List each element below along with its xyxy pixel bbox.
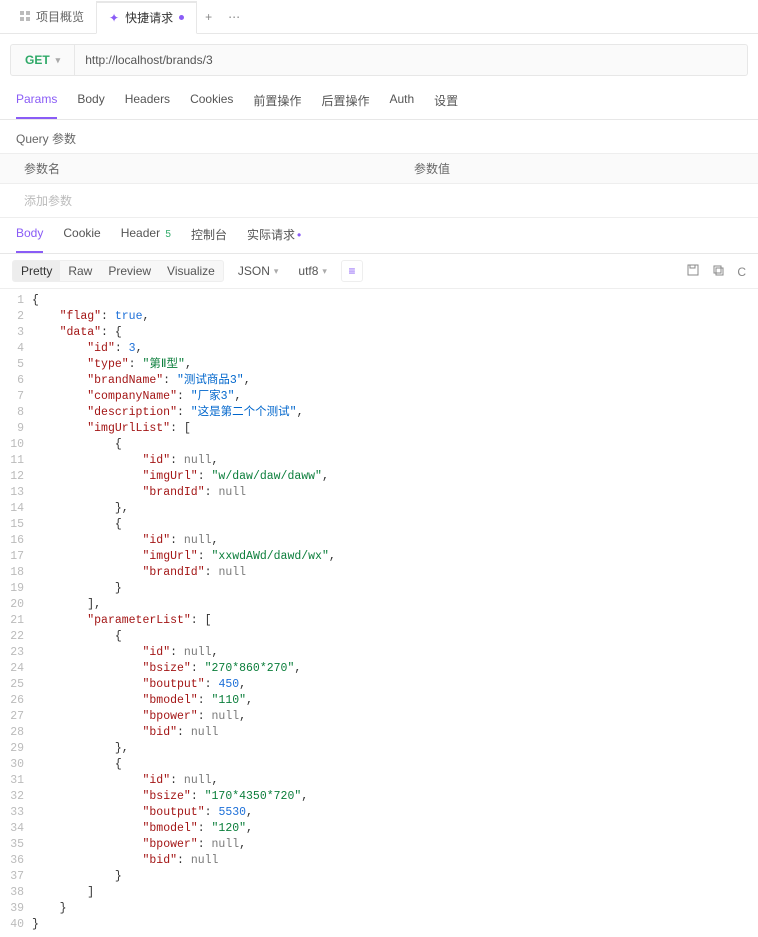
format-label: JSON xyxy=(238,264,270,278)
request-tabs: Params Body Headers Cookies 前置操作 后置操作 Au… xyxy=(0,84,758,120)
col-param-value: 参数值 xyxy=(414,160,450,177)
dot-indicator-icon: • xyxy=(297,228,301,242)
unsaved-dot-icon xyxy=(179,15,184,20)
request-bar: GET ▾ xyxy=(10,44,748,76)
reqtab-post[interactable]: 后置操作 xyxy=(321,92,369,119)
overview-icon xyxy=(20,10,30,24)
save-icon xyxy=(687,264,699,276)
response-body: 1 2 3 4 5 6 7 8 9 10 11 12 13 14 15 16 1… xyxy=(0,289,758,937)
restab-header[interactable]: Header 5 xyxy=(121,226,171,253)
tab-label: 项目概览 xyxy=(36,8,84,25)
header-count-badge: 5 xyxy=(165,229,171,240)
response-toolbar: Pretty Raw Preview Visualize JSON ▾ utf8… xyxy=(0,254,758,289)
method-select[interactable]: GET ▾ xyxy=(11,45,75,75)
view-raw[interactable]: Raw xyxy=(60,261,100,281)
tab-quick-request[interactable]: ✦ 快捷请求 xyxy=(96,1,197,34)
restab-cookie[interactable]: Cookie xyxy=(63,226,100,253)
add-tab-button[interactable]: + xyxy=(197,10,220,24)
chevron-down-icon: ▾ xyxy=(322,266,327,277)
copy-response-button[interactable] xyxy=(712,265,727,279)
save-response-button[interactable] xyxy=(687,265,702,279)
reqtab-pre[interactable]: 前置操作 xyxy=(253,92,301,119)
reqtab-settings[interactable]: 设置 xyxy=(434,92,458,119)
response-tabs: Body Cookie Header 5 控制台 实际请求• xyxy=(0,218,758,254)
params-header-row: 参数名 参数值 xyxy=(0,153,758,184)
encoding-label: utf8 xyxy=(298,264,318,278)
url-input[interactable] xyxy=(75,53,747,67)
query-params-title: Query 参数 xyxy=(0,120,758,153)
lightning-icon: ✦ xyxy=(109,11,119,25)
view-pretty[interactable]: Pretty xyxy=(13,261,60,281)
format-select[interactable]: JSON ▾ xyxy=(232,264,285,278)
encoding-select[interactable]: utf8 ▾ xyxy=(292,264,333,278)
reqtab-cookies[interactable]: Cookies xyxy=(190,92,233,119)
more-response-button[interactable]: C xyxy=(737,265,746,279)
view-preview[interactable]: Preview xyxy=(100,261,159,281)
reqtab-body[interactable]: Body xyxy=(77,92,104,119)
chevron-down-icon: ▾ xyxy=(56,55,61,66)
copy-icon xyxy=(712,264,724,276)
json-viewer[interactable]: { "flag": true, "data": { "id": 3, "type… xyxy=(32,289,758,937)
tab-bar: 项目概览 ✦ 快捷请求 + ⋯ xyxy=(0,0,758,34)
chevron-down-icon: ▾ xyxy=(274,266,279,277)
line-gutter: 1 2 3 4 5 6 7 8 9 10 11 12 13 14 15 16 1… xyxy=(0,289,32,937)
filter-button[interactable]: ≡ xyxy=(341,260,363,282)
view-visualize[interactable]: Visualize xyxy=(159,261,223,281)
tab-label: 快捷请求 xyxy=(125,9,173,26)
restab-actual-label: 实际请求 xyxy=(247,228,295,242)
col-param-name: 参数名 xyxy=(24,160,414,177)
toolbar-right: C xyxy=(677,264,746,279)
tab-more-button[interactable]: ⋯ xyxy=(220,10,248,24)
reqtab-auth[interactable]: Auth xyxy=(389,92,414,119)
restab-actual[interactable]: 实际请求• xyxy=(247,226,301,253)
filter-icon: ≡ xyxy=(348,264,355,278)
reqtab-params[interactable]: Params xyxy=(16,92,57,119)
add-param-row[interactable]: 添加参数 xyxy=(0,184,758,218)
tab-project-overview[interactable]: 项目概览 xyxy=(8,0,96,33)
restab-console[interactable]: 控制台 xyxy=(191,226,227,253)
restab-body[interactable]: Body xyxy=(16,226,43,253)
method-label: GET xyxy=(25,53,50,67)
restab-header-label: Header xyxy=(121,226,160,240)
reqtab-headers[interactable]: Headers xyxy=(125,92,170,119)
view-mode-segment: Pretty Raw Preview Visualize xyxy=(12,260,224,282)
